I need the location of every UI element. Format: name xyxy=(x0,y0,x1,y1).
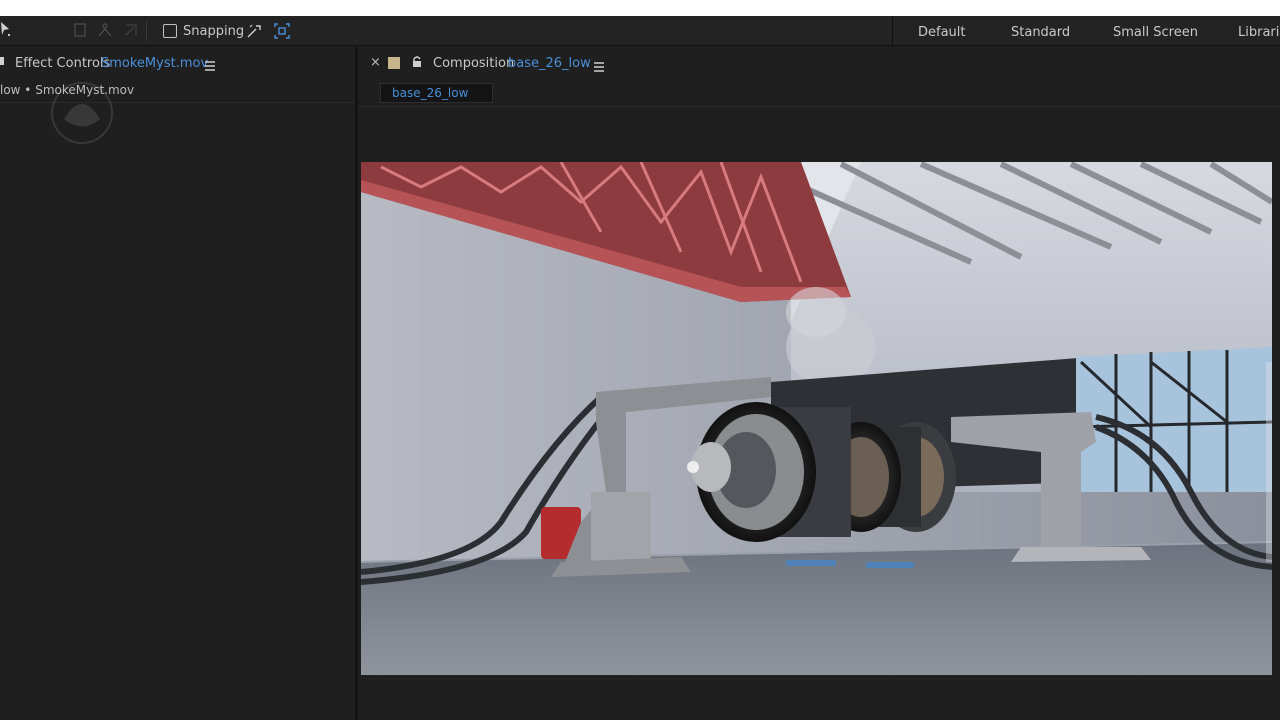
tab-base-26-low[interactable]: base_26_low xyxy=(380,83,493,103)
brush-tool-icon[interactable] xyxy=(70,21,90,41)
effect-controls-panel: Effect Controls SmokeMyst.mov low • Smok… xyxy=(0,47,355,720)
lock-icon[interactable] xyxy=(410,54,424,68)
rendered-frame xyxy=(361,162,1272,675)
effect-controls-header: Effect Controls SmokeMyst.mov xyxy=(0,47,355,79)
composition-name[interactable]: base_26_low xyxy=(508,56,591,71)
puppet-tool-icon[interactable] xyxy=(95,21,115,41)
ghost-watermark-icon xyxy=(51,82,113,144)
pen-tool-icon[interactable] xyxy=(0,21,16,41)
workspace-small-screen[interactable]: Small Screen xyxy=(1113,25,1198,40)
pin-tool-icon[interactable] xyxy=(121,21,141,41)
workspace-divider xyxy=(892,16,893,46)
toolbar-divider xyxy=(146,21,147,41)
composition-tab-bar: base_26_low xyxy=(358,79,1280,107)
workspace-default[interactable]: Default xyxy=(918,25,966,40)
effect-controls-label[interactable]: Effect Controls xyxy=(15,56,110,71)
snapping-label: Snapping xyxy=(183,24,245,39)
close-panel-button[interactable]: × xyxy=(370,55,381,70)
effect-controls-file[interactable]: SmokeMyst.mov xyxy=(101,56,208,71)
composition-menu-icon[interactable] xyxy=(593,58,605,72)
snap-features-icon[interactable] xyxy=(273,22,291,40)
workspace-libraries[interactable]: Librarie xyxy=(1238,25,1280,40)
label-color-swatch[interactable] xyxy=(388,57,400,69)
snapping-checkbox[interactable] xyxy=(163,24,177,38)
snap-edges-icon[interactable] xyxy=(246,22,264,40)
window-top-strip xyxy=(0,0,1280,16)
composition-viewer[interactable] xyxy=(361,162,1272,675)
tools-toolbar: Snapping Default Standard Small Screen L… xyxy=(0,16,1280,46)
composition-label[interactable]: Composition xyxy=(433,56,514,71)
hamburger-menu-icon[interactable] xyxy=(204,57,216,71)
panel-lock-icon[interactable] xyxy=(0,57,4,65)
workspace-standard[interactable]: Standard xyxy=(1011,25,1070,40)
